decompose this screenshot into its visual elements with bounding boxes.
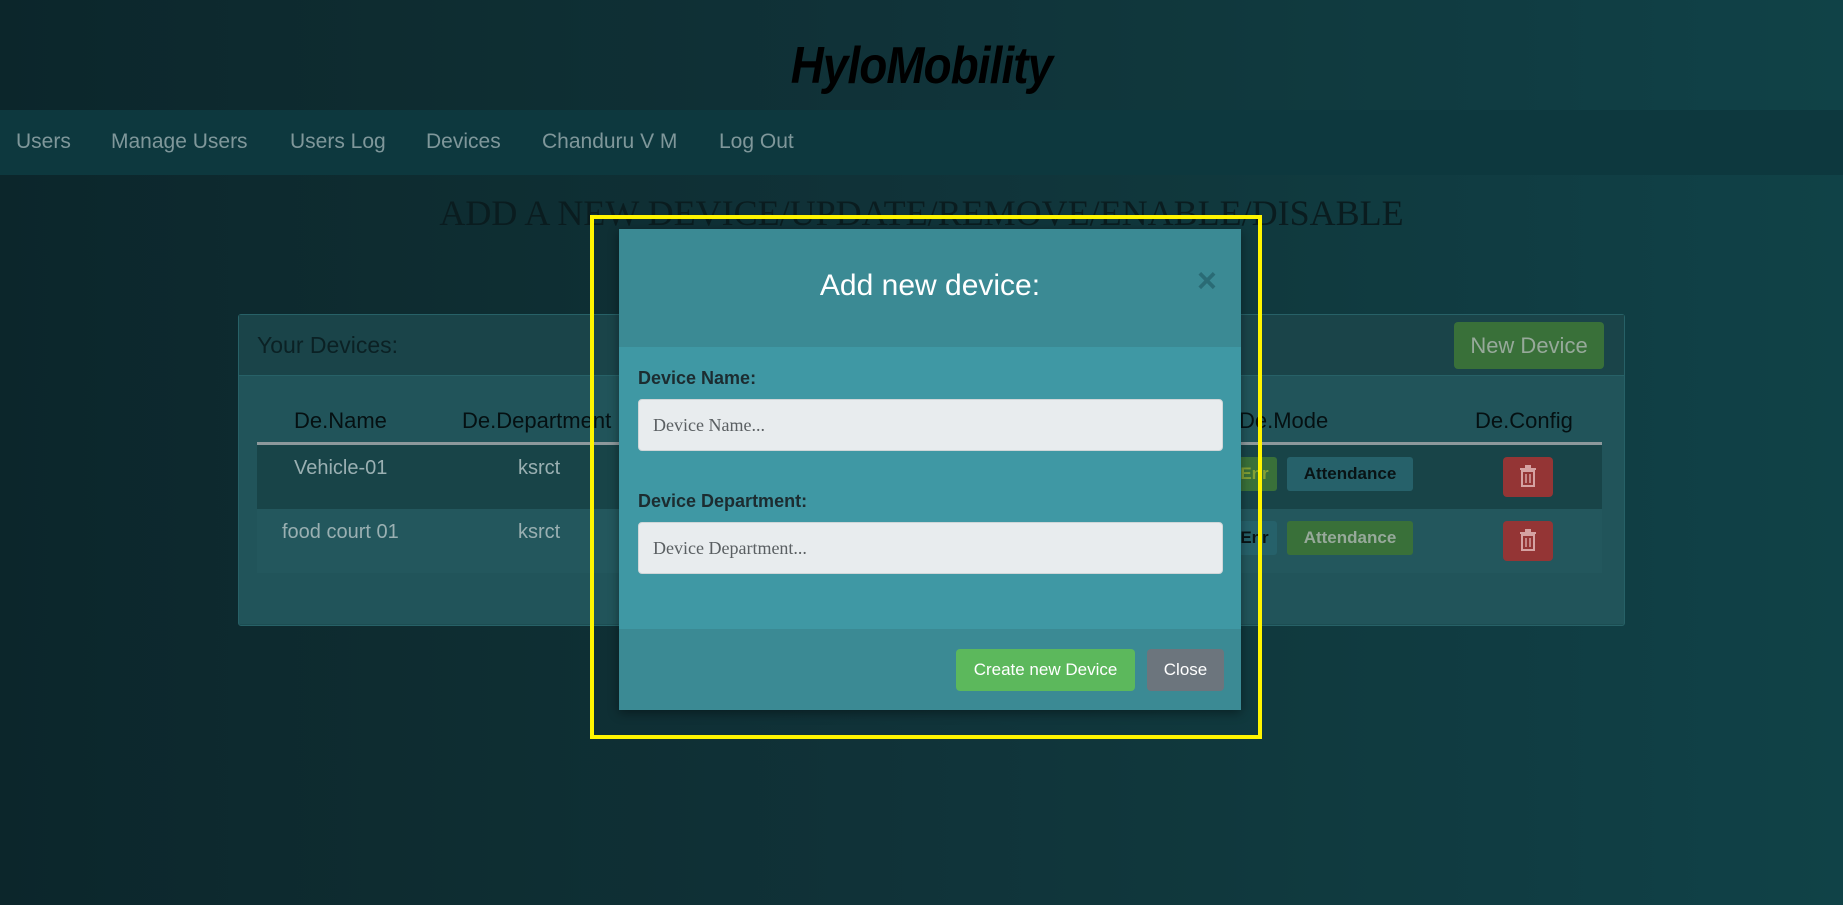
modal-header: Add new device: × (619, 229, 1241, 347)
modal-title: Add new device: (819, 269, 1041, 302)
create-device-button[interactable]: Create new Device (956, 649, 1135, 691)
device-department-input[interactable] (638, 522, 1223, 574)
modal-footer: Create new Device Close (619, 629, 1241, 710)
device-name-input[interactable] (638, 399, 1223, 451)
add-device-modal: Add new device: × Device Name: Device De… (619, 229, 1241, 710)
device-department-label: Device Department: (638, 491, 808, 511)
device-name-label: Device Name: (638, 368, 757, 388)
close-button[interactable]: Close (1147, 649, 1224, 691)
close-icon[interactable]: × (1197, 262, 1217, 301)
